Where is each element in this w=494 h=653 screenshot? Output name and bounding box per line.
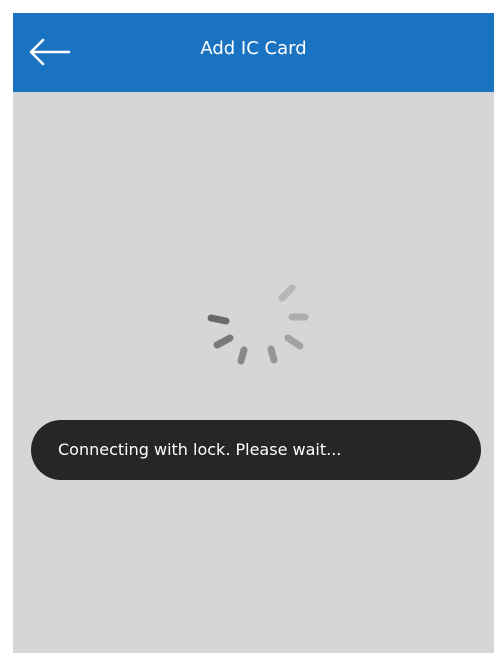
- header-bar: Add IC Card: [13, 13, 494, 92]
- page-title: Add IC Card: [200, 38, 307, 59]
- back-button[interactable]: [25, 30, 73, 74]
- toast-message: Connecting with lock. Please wait...: [31, 420, 481, 480]
- arrow-left-icon: [29, 38, 71, 66]
- app-screen: Add IC Card Connecting with lock. Please…: [13, 13, 494, 653]
- toast-text: Connecting with lock. Please wait...: [58, 440, 342, 459]
- spinner-icon: [207, 284, 309, 365]
